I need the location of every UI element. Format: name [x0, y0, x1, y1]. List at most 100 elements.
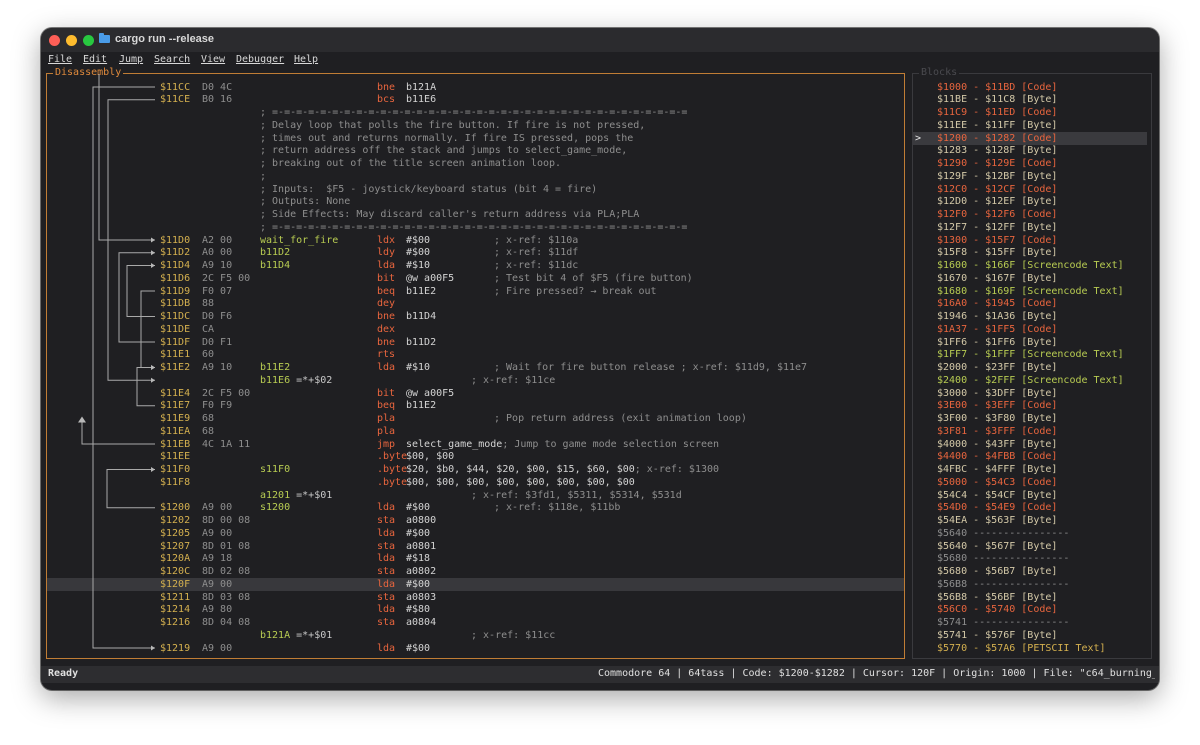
block-item[interactable]: $56B8 ---------------- [913, 578, 1147, 591]
disassembly-line[interactable]: ; return address off the stack and jumps… [47, 144, 904, 157]
block-item[interactable]: $11EE - $11FF [Byte] [913, 119, 1147, 132]
block-item[interactable]: $54D0 - $54E9 [Code] [913, 501, 1147, 514]
block-item[interactable]: $12C0 - $12CF [Code] [913, 183, 1147, 196]
block-item[interactable]: $3F00 - $3F80 [Byte] [913, 412, 1147, 425]
disassembly-line[interactable]: ; Outputs: None [47, 195, 904, 208]
disassembly-line[interactable]: $1202 8D 00 08 sta a0800 [47, 514, 904, 527]
disassembly-line[interactable]: $120A A9 18 lda #$18 [47, 552, 904, 565]
block-item[interactable]: > $1200 - $1282 [Code] [913, 131, 1147, 145]
block-item[interactable]: $5741 ---------------- [913, 616, 1147, 629]
menu-edit[interactable]: Edit [83, 54, 107, 65]
block-item[interactable]: $129F - $12BF [Byte] [913, 170, 1147, 183]
disassembly-line[interactable]: $11F8 .byte $00, $00, $00, $00, $00, $00, … [47, 476, 904, 489]
disassembly-line[interactable]: $1216 8D 04 08 sta a0804 [47, 616, 904, 629]
menu-view[interactable]: View [201, 54, 225, 65]
block-item[interactable]: $1FF7 - $1FFF [Screencode Text] [913, 348, 1147, 361]
block-item[interactable]: $4FBC - $4FFF [Byte] [913, 463, 1147, 476]
menu-help[interactable]: Help [294, 54, 318, 65]
block-item[interactable]: $5640 ---------------- [913, 527, 1147, 540]
block-item[interactable]: $15F8 - $15FF [Byte] [913, 246, 1147, 259]
block-item[interactable]: $5680 - $56B7 [Byte] [913, 565, 1147, 578]
minimize-window-button[interactable] [66, 35, 77, 46]
disassembly-line[interactable]: $1214 A9 80 lda #$80 [47, 603, 904, 616]
block-item[interactable]: $3F81 - $3FFF [Code] [913, 425, 1147, 438]
disassembly-line[interactable]: $11CE B0 16 bcs b11E6 [47, 93, 904, 106]
block-item[interactable]: $54EA - $563F [Byte] [913, 514, 1147, 527]
block-item[interactable]: $3E00 - $3EFF [Code] [913, 399, 1147, 412]
disassembly-line[interactable]: $11DB 88 dey [47, 297, 904, 310]
disassembly-line[interactable]: $11E9 68 pla; Pop return address (exit ani… [47, 412, 904, 425]
block-item[interactable]: $4400 - $4FBB [Code] [913, 450, 1147, 463]
disassembly-line[interactable]: ; Inputs: $F5 - joystick/keyboard status… [47, 183, 904, 196]
disassembly-line[interactable]: $11DE CA dex [47, 323, 904, 336]
block-item[interactable]: $11BE - $11C8 [Byte] [913, 93, 1147, 106]
disassembly-line[interactable]: $11E7 F0 F9 beq b11E2 [47, 399, 904, 412]
disassembly-listing[interactable]: $11CC D0 4C bne b121A $11CE B0 16 bcs b11E6; =-… [47, 74, 906, 660]
block-item[interactable]: $1946 - $1A36 [Byte] [913, 310, 1147, 323]
disassembly-line[interactable]: $120F A9 00 lda #$00 [47, 577, 904, 591]
disassembly-line[interactable]: b121A =*+$01 ; x-ref: $11cc [47, 629, 904, 642]
block-item[interactable]: $1670 - $167F [Byte] [913, 272, 1147, 285]
disassembly-line[interactable]: ; breaking out of the title screen anima… [47, 157, 904, 170]
disassembly-line[interactable]: $11E4 2C F5 00 bit @w a00F5 [47, 387, 904, 400]
disassembly-line[interactable]: ; times out and returns normally. If fir… [47, 132, 904, 145]
disassembly-line[interactable]: $11E1 60 rts [47, 348, 904, 361]
disassembly-line[interactable]: $11F0 s11F0 .byte $20, $b0, $44, $20, $00, … [47, 463, 904, 476]
close-window-button[interactable] [49, 35, 60, 46]
menu-file[interactable]: File [48, 54, 72, 65]
disassembly-line[interactable]: a1201 =*+$01 ; x-ref: $3fd1, $5311, $5314… [47, 489, 904, 502]
disassembly-line[interactable]: $1205 A9 00 lda #$00 [47, 527, 904, 540]
disassembly-line[interactable]: $11D4 A9 10 b11D4 lda #$10; x-ref: $11dc [47, 259, 904, 272]
menu-debugger[interactable]: Debugger [236, 54, 284, 65]
block-item[interactable]: $5741 - $576F [Byte] [913, 629, 1147, 642]
disassembly-line[interactable]: $11EE .byte $00, $00 [47, 450, 904, 463]
disassembly-line[interactable]: $11DF D0 F1 bne b11D2 [47, 336, 904, 349]
disassembly-line[interactable]: ; =-=-=-=-=-=-=-=-=-=-=-=-=-=-=-=-=-=-=-… [47, 221, 904, 234]
block-item[interactable]: $5680 ---------------- [913, 552, 1147, 565]
menu-search[interactable]: Search [154, 54, 190, 65]
block-item[interactable]: $12D0 - $12EF [Byte] [913, 195, 1147, 208]
block-item[interactable]: $3000 - $3DFF [Byte] [913, 387, 1147, 400]
disassembly-line[interactable]: $11DC D0 F6 bne b11D4 [47, 310, 904, 323]
disassembly-line[interactable]: $11EA 68 pla [47, 425, 904, 438]
block-item[interactable]: $1000 - $11BD [Code] [913, 81, 1147, 94]
block-item[interactable]: $5000 - $54C3 [Code] [913, 476, 1147, 489]
disassembly-line[interactable]: $11D6 2C F5 00 bit @w a00F5; Test bit 4 of … [47, 272, 904, 285]
disassembly-line[interactable]: $1219 A9 00 lda #$00 [47, 642, 904, 655]
block-item[interactable]: $1290 - $129E [Code] [913, 157, 1147, 170]
block-item[interactable]: $54C4 - $54CF [Byte] [913, 489, 1147, 502]
block-item[interactable]: $1FF6 - $1FF6 [Byte] [913, 336, 1147, 349]
disassembly-line[interactable]: $11D9 F0 07 beq b11E2; Fire pressed? → brea… [47, 285, 904, 298]
block-item[interactable]: $56B8 - $56BF [Byte] [913, 591, 1147, 604]
block-item[interactable]: $2400 - $2FFF [Screencode Text] [913, 374, 1147, 387]
disassembly-line[interactable]: $11CC D0 4C bne b121A [47, 81, 904, 94]
disassembly-line[interactable]: ; Delay loop that polls the fire button.… [47, 119, 904, 132]
disassembly-line[interactable]: b11E6 =*+$02 ; x-ref: $11ce [47, 374, 904, 387]
disassembly-pane[interactable]: Disassembly $11CC D0 4C bne b121A $11CE B0 16… [46, 67, 906, 660]
block-item[interactable]: $1300 - $15F7 [Code] [913, 234, 1147, 247]
disassembly-line[interactable]: ; =-=-=-=-=-=-=-=-=-=-=-=-=-=-=-=-=-=-=-… [47, 106, 904, 119]
disassembly-line[interactable]: $1207 8D 01 08 sta a0801 [47, 540, 904, 553]
disassembly-line[interactable]: $1211 8D 03 08 sta a0803 [47, 591, 904, 604]
disassembly-line[interactable]: $11EB 4C 1A 11 jmp select_game_mode; Jump t… [47, 438, 904, 451]
disassembly-line[interactable]: $1200 A9 00 s1200 lda #$00; x-ref: $118e, $1… [47, 501, 904, 514]
menu-jump[interactable]: Jump [119, 54, 143, 65]
zoom-window-button[interactable] [83, 35, 94, 46]
block-item[interactable]: $12F0 - $12F6 [Code] [913, 208, 1147, 221]
block-item[interactable]: $1A37 - $1FF5 [Code] [913, 323, 1147, 336]
block-item[interactable]: $11C9 - $11ED [Code] [913, 106, 1147, 119]
block-item[interactable]: $12F7 - $12FF [Byte] [913, 221, 1147, 234]
disassembly-line[interactable]: ; [47, 170, 904, 183]
block-item[interactable]: $4000 - $43FF [Byte] [913, 438, 1147, 451]
blocks-pane[interactable]: Blocks $1000 - $11BD [Code] $11BE - $11C8… [912, 67, 1152, 659]
disassembly-line[interactable]: $11D0 A2 00 wait_for_fire ldx #$00; x-ref: $… [47, 234, 904, 247]
block-item[interactable]: $1283 - $128F [Byte] [913, 144, 1147, 157]
disassembly-line[interactable]: $11E2 A9 10 b11E2 lda #$10; Wait for fire bu… [47, 361, 904, 374]
block-item[interactable]: $16A0 - $1945 [Code] [913, 297, 1147, 310]
disassembly-line[interactable]: $120C 8D 02 08 sta a0802 [47, 565, 904, 578]
block-item[interactable]: $2000 - $23FF [Byte] [913, 361, 1147, 374]
block-item[interactable]: $1600 - $166F [Screencode Text] [913, 259, 1147, 272]
block-item[interactable]: $1680 - $169F [Screencode Text] [913, 285, 1147, 298]
block-item[interactable]: $56C0 - $5740 [Code] [913, 603, 1147, 616]
block-item[interactable]: $5640 - $567F [Byte] [913, 540, 1147, 553]
